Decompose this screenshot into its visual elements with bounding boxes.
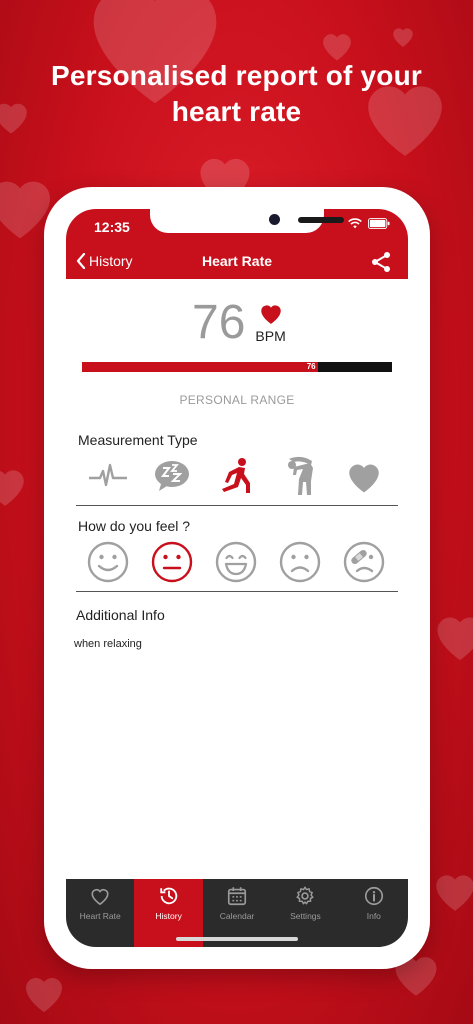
sad-face-icon <box>279 541 321 583</box>
back-button[interactable]: History <box>76 253 133 269</box>
sleep-zzz-icon <box>155 461 189 491</box>
front-camera <box>269 214 280 225</box>
tab-info-label: Info <box>366 911 381 921</box>
measurement-type-option[interactable] <box>268 454 332 498</box>
background-heart-icon <box>436 875 473 911</box>
sprinter-start-icon <box>222 458 250 493</box>
feeling-option[interactable] <box>76 540 140 584</box>
grin-face-icon <box>215 541 257 583</box>
background-heart-icon <box>393 28 413 47</box>
gear-icon <box>296 886 314 905</box>
app-screen: 12:35 History Heart Rate 76 BPM 76 PERSO… <box>66 209 408 947</box>
chevron-left-icon <box>76 253 86 269</box>
neutral-face-icon <box>151 541 193 583</box>
tab-info[interactable]: Info <box>340 879 408 947</box>
feeling-option[interactable] <box>268 540 332 584</box>
share-button[interactable] <box>370 251 392 278</box>
back-button-label: History <box>89 253 133 269</box>
tab-settings-label: Settings <box>290 911 321 921</box>
heartbeat-line-icon <box>89 463 127 487</box>
feeling-row <box>76 540 396 584</box>
promo-headline: Personalised report of your heart rate <box>0 58 473 130</box>
background-heart-icon <box>26 978 62 1012</box>
heart-icon <box>349 464 379 493</box>
tab-calendar-label: Calendar <box>219 911 255 921</box>
additional-info-text[interactable]: when relaxing <box>74 638 142 650</box>
background-heart-icon <box>323 34 351 61</box>
phone-frame: 12:35 History Heart Rate 76 BPM 76 PERSO… <box>44 187 430 969</box>
background-heart-icon <box>0 470 24 506</box>
feeling-option[interactable] <box>204 540 268 584</box>
calendar-icon <box>227 887 247 906</box>
battery-icon <box>368 218 390 229</box>
measurement-type-title: Measurement Type <box>78 432 198 448</box>
measurement-type-option[interactable] <box>76 454 140 498</box>
status-time: 12:35 <box>94 219 130 235</box>
measurement-type-row <box>76 454 396 498</box>
range-bar-value: 76 <box>306 362 316 371</box>
feeling-option-selected[interactable] <box>140 540 204 584</box>
measurement-type-option[interactable] <box>140 454 204 498</box>
measurement-type-option-selected[interactable] <box>204 454 268 498</box>
heart-rate-range-bar: 76 <box>82 362 392 372</box>
bpm-unit-block: BPM <box>255 301 286 344</box>
phone-notch <box>150 209 344 233</box>
share-icon <box>372 252 390 272</box>
wifi-icon <box>348 218 362 229</box>
headline-line-1: Personalised report of your <box>50 60 423 91</box>
bpm-value: 76 <box>192 296 246 349</box>
tab-history-label: History <box>155 911 182 921</box>
injured-face-icon <box>343 541 385 583</box>
bent-over-tired-icon <box>288 456 313 495</box>
status-icons <box>348 218 390 229</box>
personal-range-label: PERSONAL RANGE <box>179 393 295 407</box>
tab-heart-rate-label: Heart Rate <box>79 911 121 921</box>
feeling-option[interactable] <box>332 540 396 584</box>
smile-face-icon <box>87 541 129 583</box>
range-bar-fill: 76 <box>82 362 318 372</box>
heart-outline-icon <box>91 889 109 906</box>
speaker-grille <box>298 217 344 223</box>
headline-line-2: heart rate <box>171 96 302 127</box>
bpm-readout: 76 BPM <box>192 297 286 349</box>
history-clock-icon <box>159 887 177 905</box>
background-heart-icon <box>437 617 473 660</box>
tab-heart-rate[interactable]: Heart Rate <box>66 879 134 947</box>
heart-icon <box>260 305 281 324</box>
info-icon <box>364 886 383 906</box>
additional-info-title: Additional Info <box>76 607 165 623</box>
section-divider <box>76 591 398 592</box>
home-indicator <box>176 937 298 941</box>
measurement-type-option[interactable] <box>332 454 396 498</box>
how-do-you-feel-title: How do you feel ? <box>78 518 191 534</box>
navigation-bar: 12:35 History Heart Rate <box>66 209 408 279</box>
section-divider <box>76 505 398 506</box>
bpm-unit: BPM <box>255 328 286 344</box>
